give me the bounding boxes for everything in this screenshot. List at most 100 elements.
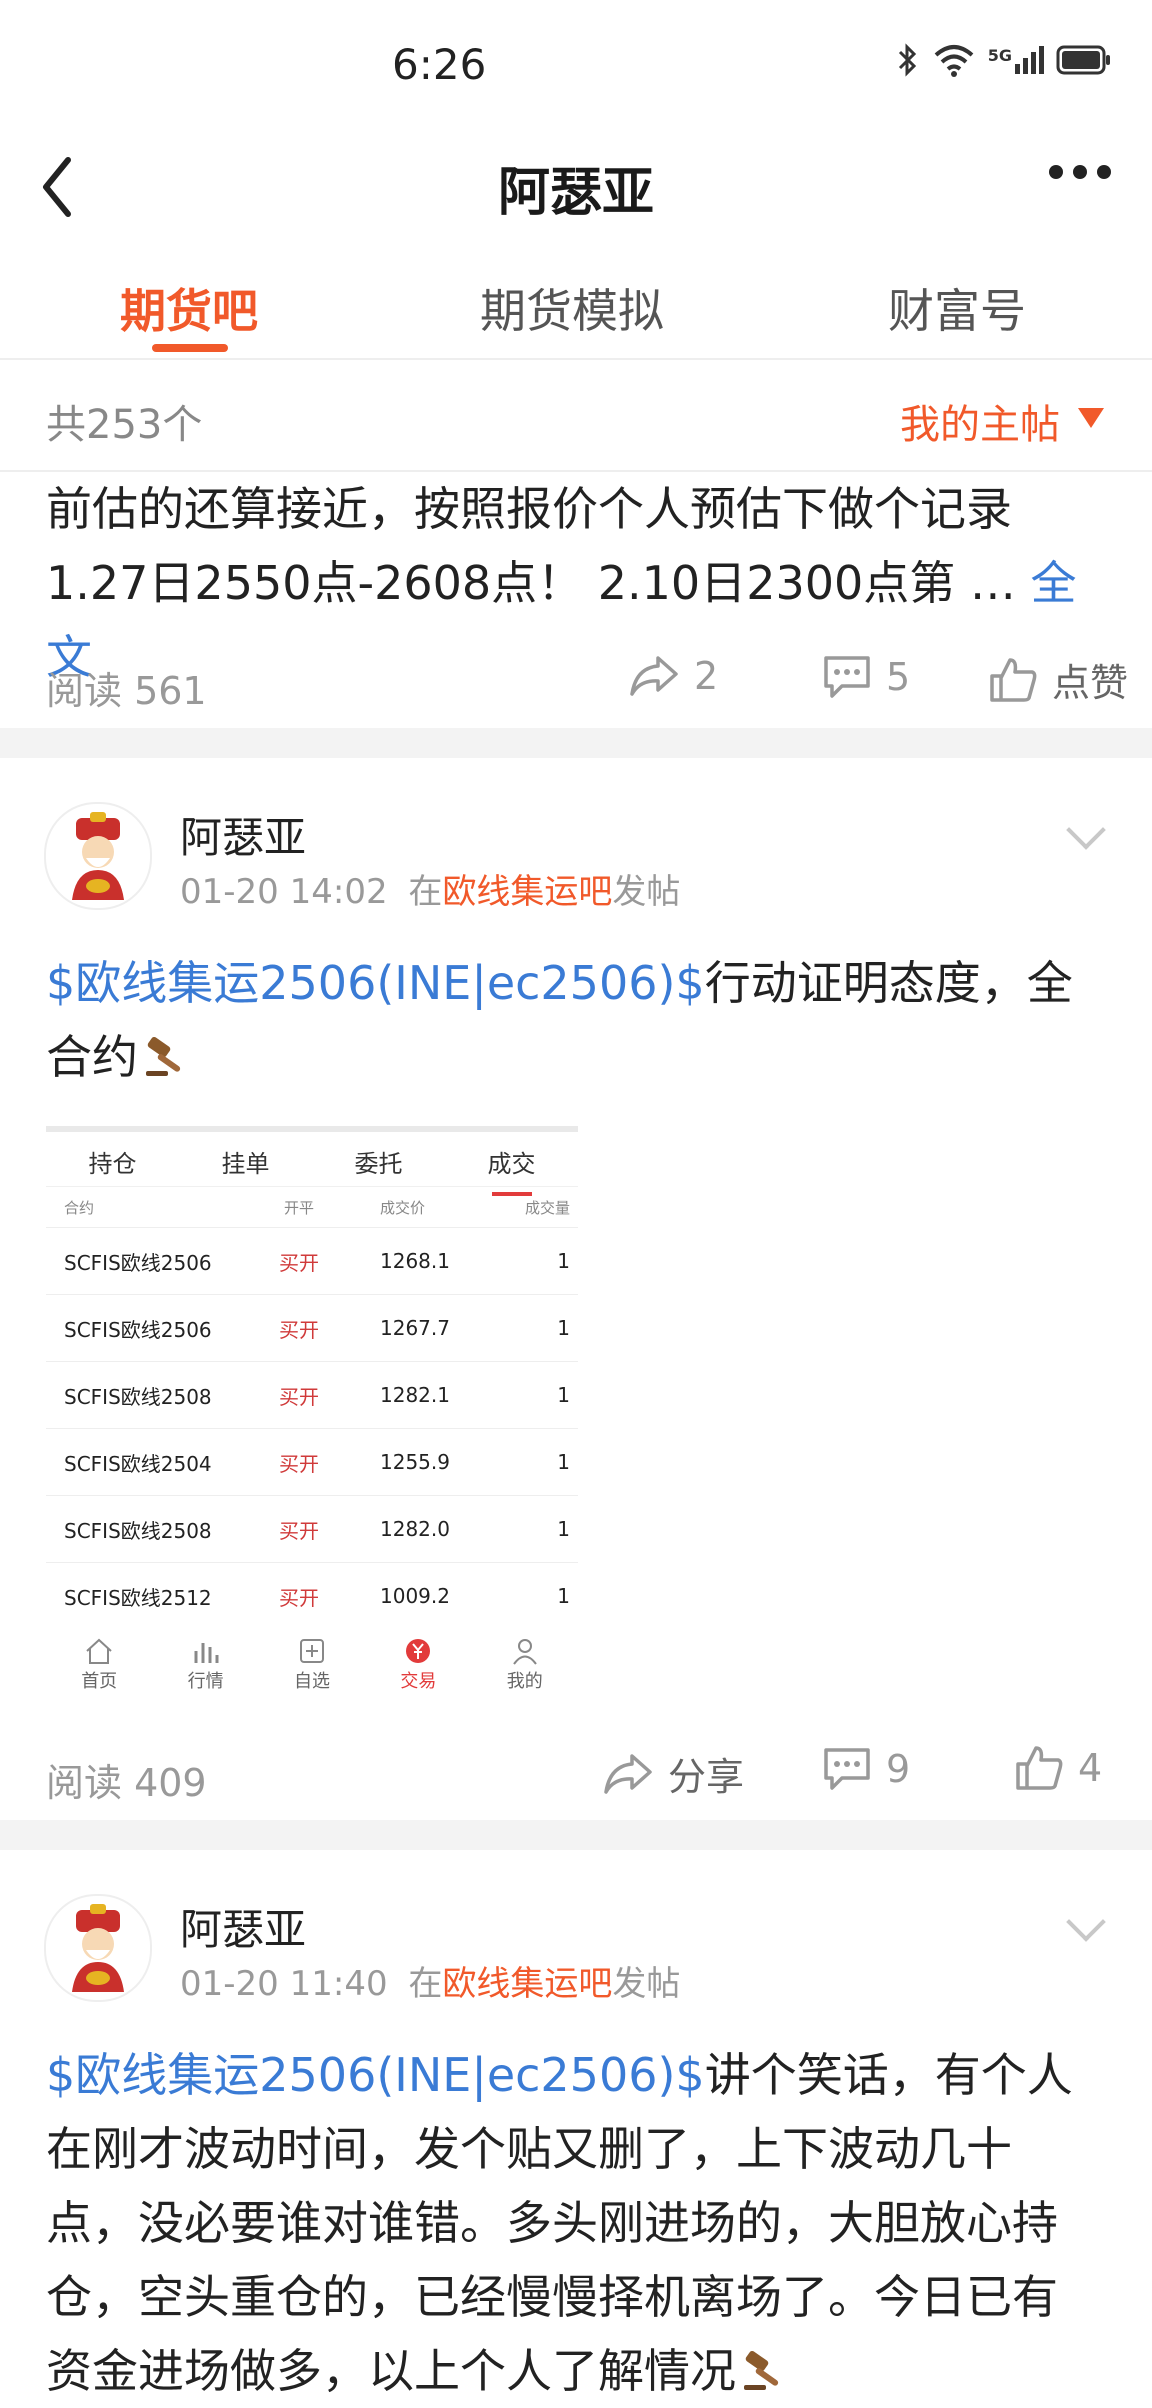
status-icons: 5G [896,42,1112,78]
image-nav-label: 我的 [506,1671,543,1692]
cell-contract: SCFIS欧线2508 [64,1384,212,1409]
post-text-content: 行动证明态度，全 [704,956,1073,1010]
bar-link[interactable]: 欧线集运吧 [442,1964,612,2004]
image-nav-label: 自选 [293,1671,330,1692]
comment-count: 9 [886,1747,911,1791]
post-text-content: 资金进场做多，以上个人了解情况 [46,2344,736,2398]
col-contract: 合约 [64,1198,95,1217]
yen-circle-icon [406,1639,431,1663]
author-name[interactable]: 阿瑟亚 [180,804,306,865]
cell-action: 买开 [279,1585,319,1610]
cell-qty: 1 [557,1249,570,1273]
cell-contract: SCFIS欧线2506 [64,1250,212,1275]
read-count: 阅读 409 [46,1761,207,1805]
like-button[interactable]: 点赞 [988,652,1128,707]
table-row: SCFIS欧线2512 买开 1009.2 1 [46,1562,578,1629]
share-button[interactable]: 2 [628,654,718,698]
gavel-icon [744,2350,779,2390]
gavel-icon [146,1036,181,1076]
post-text-line: $欧线集运2506(INE|ec2506)$行动证明态度，全 [46,946,1116,1020]
trade-screenshot-image[interactable]: 持仓 挂单 委托 成交 合约 开平 成交价 成交量 SCFIS欧线2506 买开… [46,1126,578,1726]
cell-action: 买开 [279,1250,319,1275]
avatar-fortune-god-icon [46,804,150,908]
stock-tag-link[interactable]: $欧线集运2506(INE|ec2506)$ [46,2048,705,2102]
post-text[interactable]: $欧线集运2506(INE|ec2506)$行动证明态度，全 合约 [46,946,1116,1094]
bluetooth-icon [898,43,916,77]
post-count: 共253个 [46,402,203,448]
cell-qty: 1 [557,1316,570,1340]
cell-price: 1255.9 [380,1450,450,1474]
cell-qty: 1 [557,1517,570,1541]
post-text-line: 仓，空头重仓的，已经慢慢择机离场了。今日已有 [46,2270,1058,2324]
image-tab: 委托 [354,1150,403,1178]
share-button[interactable]: 分享 [602,1746,744,1801]
avatar[interactable] [44,1894,152,2002]
cell-action: 买开 [279,1518,319,1543]
col-qty: 成交量 [524,1198,570,1217]
cell-contract: SCFIS欧线2506 [64,1317,212,1342]
table-row: SCFIS欧线2504 买开 1255.9 1 [46,1428,578,1495]
image-bottom-nav: 首页 行情 自选 交易 我的 [46,1637,578,1693]
like-label: 点赞 [1052,661,1129,705]
post-text-line: 在刚才波动时间，发个贴又删了，上下波动几十 [46,2122,1012,2176]
post-time: 01-20 11:40 [180,1964,388,2004]
share-icon [630,656,678,696]
post-meta: 01-20 11:40 在欧线集运吧发帖 [180,1956,680,2005]
filter-dropdown[interactable]: 我的主帖 [900,392,1060,450]
post-time: 01-20 14:02 [180,872,388,912]
caret-down-icon[interactable] [1078,408,1104,428]
read-count: 阅读 561 [46,669,207,713]
section-gap [0,1820,1152,1850]
post-text[interactable]: $欧线集运2506(INE|ec2506)$讲个笑话，有个人 在刚才波动时间，发… [46,2038,1116,2408]
post-label: 发帖 [612,872,681,912]
thumbs-up-icon [990,657,1037,702]
comment-icon [824,656,870,698]
image-tab: 持仓 [88,1150,137,1178]
chevron-down-icon[interactable] [1066,810,1106,850]
author-name[interactable]: 阿瑟亚 [180,1896,306,1957]
image-nav-label: 交易 [400,1671,437,1692]
tab-active-indicator [152,344,228,352]
share-count: 2 [694,654,719,698]
cell-price: 1282.1 [380,1383,450,1407]
table-row: SCFIS欧线2508 买开 1282.1 1 [46,1361,578,1428]
comment-button[interactable]: 9 [822,1746,910,1792]
share-label: 分享 [668,1755,745,1799]
comment-count: 5 [886,655,911,699]
avatar-fortune-god-icon [46,1896,150,2000]
image-tabs: 持仓 挂单 委托 成交 [46,1132,578,1196]
stock-tag-link[interactable]: $欧线集运2506(INE|ec2506)$ [46,956,705,1010]
page-title: 阿瑟亚 [497,163,654,223]
post-text-line: 合约 [46,1020,1116,1094]
avatar[interactable] [44,802,152,910]
tab-futures-bar[interactable]: 期货吧 [120,275,258,341]
share-icon [604,1753,652,1794]
bar-link[interactable]: 欧线集运吧 [442,872,612,912]
image-nav-home: 首页 [81,1637,117,1693]
like-count: 4 [1078,1746,1103,1790]
image-nav-me: 我的 [507,1637,543,1693]
home-icon [86,1638,112,1664]
cell-action: 买开 [279,1384,319,1409]
more-dots-icon[interactable] [1048,160,1112,184]
table-row: SCFIS欧线2508 买开 1282.0 1 [46,1495,578,1562]
image-nav-label: 首页 [81,1671,118,1692]
cell-qty: 1 [557,1584,570,1608]
in-label: 在 [408,872,443,912]
section-gap [0,728,1152,758]
wifi-icon [934,45,974,77]
tab-futures-sim[interactable]: 期货模拟 [480,275,664,341]
image-tab: 挂单 [221,1150,270,1178]
battery-icon [1056,45,1110,75]
5g-signal-icon: 5G [988,46,1044,74]
tab-wealth[interactable]: 财富号 [888,275,1026,341]
cell-price: 1268.1 [380,1249,450,1273]
post-text-content: 讲个笑话，有个人 [704,2048,1073,2102]
comment-button[interactable]: 5 [822,654,910,700]
post-text-line: 资金进场做多，以上个人了解情况 [46,2334,1116,2408]
chevron-down-icon[interactable] [1066,1902,1106,1942]
like-button[interactable]: 4 [1014,1744,1102,1792]
post-text-line: $欧线集运2506(INE|ec2506)$讲个笑话，有个人 [46,2038,1116,2112]
network-label: 5G [987,46,1012,65]
status-time: 6:26 [392,40,487,89]
